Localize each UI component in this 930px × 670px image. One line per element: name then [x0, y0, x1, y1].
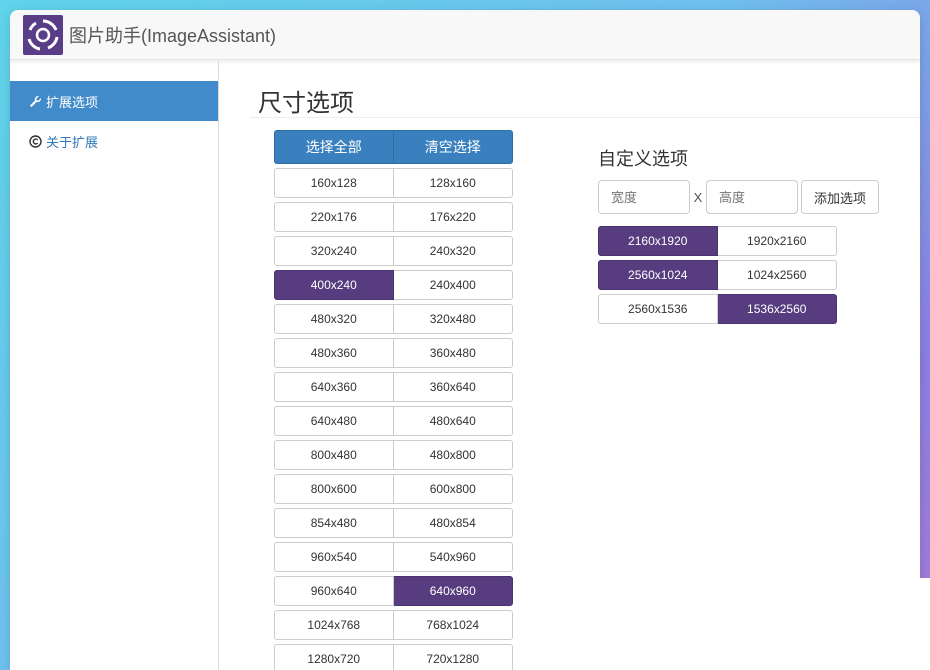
size-option-button[interactable]: 1280x720	[274, 644, 394, 670]
size-row: 800x600 600x800	[274, 474, 513, 504]
size-row: 2560x1024 1024x2560	[598, 260, 837, 290]
size-option-button[interactable]: 128x160	[393, 168, 513, 198]
size-option-button[interactable]: 400x240	[274, 270, 394, 300]
size-option-button[interactable]: 2560x1536	[598, 294, 718, 324]
size-row: 2160x1920 1920x2160	[598, 226, 837, 256]
page-title: 尺寸选项	[258, 90, 354, 117]
size-option-button[interactable]: 600x800	[393, 474, 513, 504]
size-row: 1024x768 768x1024	[274, 610, 513, 640]
aperture-logo-icon	[23, 14, 63, 55]
size-row: 854x480 480x854	[274, 508, 513, 538]
custom-sizes-grid: 2160x1920 1920x2160 2560x1024 1024x2560 2560…	[598, 226, 837, 324]
title-divider	[250, 117, 920, 118]
size-option-button[interactable]: 2560x1024	[598, 260, 718, 290]
size-row: 1280x720 720x1280	[274, 644, 513, 670]
size-option-button[interactable]: 540x960	[393, 542, 513, 572]
size-row: 2560x1536 1536x2560	[598, 294, 837, 324]
size-row: 800x480 480x800	[274, 440, 513, 470]
custom-options-title: 自定义选项	[598, 149, 688, 169]
size-option-button[interactable]: 960x640	[274, 576, 394, 606]
size-row: 480x320 320x480	[274, 304, 513, 334]
size-option-button[interactable]: 720x1280	[393, 644, 513, 670]
size-option-button[interactable]: 480x320	[274, 304, 394, 334]
size-option-button[interactable]: 480x854	[393, 508, 513, 538]
size-option-button[interactable]: 1024x768	[274, 610, 394, 640]
size-option-button[interactable]: 480x360	[274, 338, 394, 368]
size-option-button[interactable]: 640x960	[393, 576, 513, 606]
width-input[interactable]	[598, 180, 690, 214]
sidebar: 扩展选项 关于扩展	[10, 61, 219, 670]
add-option-button[interactable]: 添加选项	[801, 180, 880, 214]
select-all-button[interactable]: 选择全部	[274, 130, 394, 164]
size-option-button[interactable]: 640x480	[274, 406, 394, 436]
sidebar-item-label: 扩展选项	[46, 94, 99, 110]
sidebar-item-label: 关于扩展	[46, 134, 99, 150]
size-option-button[interactable]: 360x480	[393, 338, 513, 368]
size-option-button[interactable]: 854x480	[274, 508, 394, 538]
size-option-button[interactable]: 960x540	[274, 542, 394, 572]
custom-input-row: X 添加选项	[598, 180, 898, 214]
size-options-grid: 选择全部 清空选择 160x128 128x160 220x176 176x220 32…	[274, 130, 513, 670]
watermark-cover	[724, 578, 930, 670]
custom-options: 自定义选项 X 添加选项 2160x19201920x2160 2560x1024…	[598, 145, 898, 328]
app-window: 图片助手(ImageAssistant) 扩展选项 关于扩展 尺寸选项 选择全部…	[10, 10, 920, 670]
size-option-button[interactable]: 360x640	[393, 372, 513, 402]
size-option-button[interactable]: 1024x2560	[717, 260, 837, 290]
size-row: 400x240 240x400	[274, 270, 513, 300]
size-option-button[interactable]: 320x240	[274, 236, 394, 266]
clear-selection-button[interactable]: 清空选择	[393, 130, 513, 164]
size-option-button[interactable]: 220x176	[274, 202, 394, 232]
size-option-button[interactable]: 160x128	[274, 168, 394, 198]
size-row: 160x128 128x160	[274, 168, 513, 198]
size-row: 480x360 360x480	[274, 338, 513, 368]
app-title: 图片助手(ImageAssistant)	[69, 25, 277, 46]
sidebar-item-about[interactable]: 关于扩展	[10, 121, 218, 161]
size-option-button[interactable]: 176x220	[393, 202, 513, 232]
size-option-button[interactable]: 2160x1920	[598, 226, 718, 256]
sidebar-item-options[interactable]: 扩展选项	[10, 81, 218, 121]
size-option-button[interactable]: 320x480	[393, 304, 513, 334]
size-row: 640x360 360x640	[274, 372, 513, 402]
size-option-button[interactable]: 240x320	[393, 236, 513, 266]
size-option-button[interactable]: 800x480	[274, 440, 394, 470]
size-option-button[interactable]: 800x600	[274, 474, 394, 504]
wrench-icon	[28, 94, 42, 108]
copyright-icon	[28, 134, 42, 148]
app-header: 图片助手(ImageAssistant)	[10, 10, 920, 60]
size-option-button[interactable]: 768x1024	[393, 610, 513, 640]
grid-header-row: 选择全部 清空选择	[274, 130, 513, 164]
size-row: 960x540 540x960	[274, 542, 513, 572]
size-option-button[interactable]: 640x360	[274, 372, 394, 402]
size-row: 960x640 640x960	[274, 576, 513, 606]
size-row: 220x176 176x220	[274, 202, 513, 232]
size-row: 320x240 240x320	[274, 236, 513, 266]
dimension-separator: X	[693, 189, 703, 205]
height-input[interactable]	[706, 180, 798, 214]
size-option-button[interactable]: 480x800	[393, 440, 513, 470]
size-row: 640x480 480x640	[274, 406, 513, 436]
size-option-button[interactable]: 1920x2160	[717, 226, 837, 256]
size-option-button[interactable]: 240x400	[393, 270, 513, 300]
size-option-button[interactable]: 480x640	[393, 406, 513, 436]
size-option-button[interactable]: 1536x2560	[717, 294, 837, 324]
